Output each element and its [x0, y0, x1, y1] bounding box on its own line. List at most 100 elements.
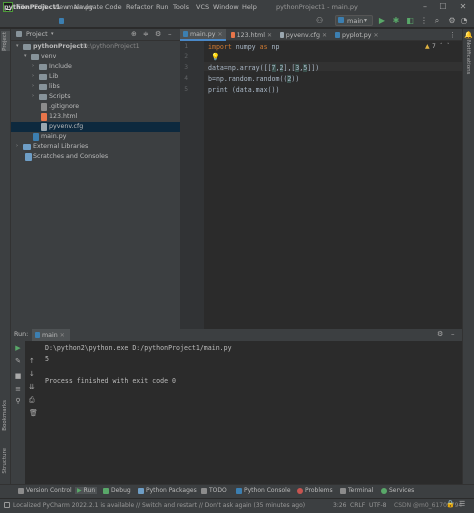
tree-row-project-root[interactable]: ▾ pythonProject1 D:\pythonProject1	[11, 42, 180, 52]
notifications-icon[interactable]: ☰	[459, 500, 465, 508]
tab-pyvenv-cfg[interactable]: pyvenv.cfg ✕	[277, 29, 330, 41]
scroll-to-end-icon[interactable]: ⇊	[29, 383, 35, 391]
menu-vcs[interactable]: VCS	[196, 3, 209, 11]
close-icon[interactable]: ✕	[456, 1, 470, 13]
settings-icon[interactable]: ⚙	[437, 330, 443, 338]
folder-icon	[23, 44, 31, 50]
python-file-icon	[183, 31, 188, 37]
close-tab-icon[interactable]: ✕	[267, 32, 272, 39]
menu-code[interactable]: Code	[105, 3, 122, 11]
python-console-icon	[236, 487, 242, 494]
notifications-tool-label[interactable]: Notifications	[465, 40, 471, 74]
tool-tab-python-packages[interactable]: Python Packages	[138, 487, 197, 494]
user-icon[interactable]: ⚇	[316, 16, 323, 25]
select-opened-file-icon[interactable]: ⊕	[131, 30, 137, 38]
close-tab-icon[interactable]: ✕	[322, 32, 327, 39]
breadcrumb-project[interactable]: pythonProject1	[4, 3, 60, 11]
coverage-icon[interactable]: ◧	[405, 16, 415, 26]
tree-row-main-py[interactable]: main.py	[11, 132, 180, 142]
tree-row-lib[interactable]: › Lib	[11, 72, 180, 82]
project-tool-button[interactable]: Project	[1, 31, 10, 51]
menu-run[interactable]: Run	[156, 3, 168, 11]
structure-tool-label[interactable]: Structure	[2, 448, 8, 474]
menu-window[interactable]: Window	[213, 3, 239, 11]
layout-icon[interactable]	[4, 502, 10, 508]
file-encoding[interactable]: UTF-8	[369, 502, 387, 509]
expand-arrow-icon[interactable]: ▾	[16, 43, 19, 49]
soft-wrap-icon[interactable]: ≡	[14, 385, 22, 393]
tree-row-include[interactable]: › Include	[11, 62, 180, 72]
tool-tab-run[interactable]: ▶ Run	[75, 487, 98, 494]
run-icon[interactable]: ▶	[377, 16, 387, 26]
tree-row-scripts[interactable]: › Scripts	[11, 92, 180, 102]
tree-row-pyvenv-cfg[interactable]: pyvenv.cfg	[11, 122, 180, 132]
menu-help[interactable]: Help	[242, 3, 257, 11]
tool-tab-version-control[interactable]: Version Control	[18, 487, 72, 494]
debug-icon[interactable]: ✱	[391, 16, 401, 26]
tree-row-venv[interactable]: ▾ venv	[11, 52, 180, 62]
tool-tab-problems[interactable]: Problems	[297, 487, 333, 494]
tree-row-gitignore[interactable]: .gitignore	[11, 102, 180, 112]
tree-row-libs[interactable]: › libs	[11, 82, 180, 92]
lightbulb-icon[interactable]: 💡	[211, 53, 220, 61]
lock-icon[interactable]: 🔒	[446, 500, 455, 508]
collapse-all-icon[interactable]: ≑	[143, 30, 149, 38]
print-icon[interactable]: ⎙	[29, 396, 35, 405]
tree-row-html[interactable]: 123.html	[11, 112, 180, 122]
close-tab-icon[interactable]: ✕	[374, 32, 379, 39]
tree-row-scratches[interactable]: Scratches and Consoles	[11, 152, 180, 162]
settings-icon[interactable]: ⚙	[447, 16, 457, 26]
hide-icon[interactable]: –	[451, 330, 455, 338]
collapse-arrow-icon[interactable]: ›	[32, 83, 34, 89]
stop-icon[interactable]: ■	[14, 372, 22, 380]
project-view-selector[interactable]: Project	[26, 31, 48, 38]
down-arrow-icon[interactable]: ↓	[29, 370, 35, 378]
minimize-icon[interactable]: –	[418, 1, 432, 13]
delete-icon[interactable]: 🗑	[29, 409, 38, 417]
chevron-down-icon[interactable]: ▾	[51, 31, 54, 37]
caret-position[interactable]: 3:26	[333, 502, 346, 509]
update-icon[interactable]: ◔	[459, 16, 469, 26]
settings-icon[interactable]: ⚙	[155, 30, 161, 38]
maximize-icon[interactable]: ☐	[436, 1, 450, 13]
menu-tools[interactable]: Tools	[173, 3, 189, 11]
breadcrumb-file[interactable]: main.py	[67, 3, 93, 11]
more-run-icon[interactable]: ⋮	[419, 16, 429, 26]
chevron-down-icon[interactable]: ˅	[447, 43, 450, 49]
tool-tab-terminal[interactable]: Terminal	[340, 487, 373, 494]
more-tabs-icon[interactable]: ⋮	[449, 31, 456, 39]
hide-icon[interactable]: –	[168, 30, 172, 38]
collapse-arrow-icon[interactable]: ›	[32, 93, 34, 99]
run-tab-main[interactable]: main ✕	[32, 329, 70, 341]
tree-row-external-libraries[interactable]: › External Libraries	[11, 142, 180, 152]
pin-tab-icon[interactable]: ⚲	[14, 397, 22, 405]
line-number: 5	[184, 86, 188, 93]
code-editor[interactable]	[180, 29, 462, 329]
bookmarks-tool-label[interactable]: Bookmarks	[2, 400, 8, 431]
close-tab-icon[interactable]: ✕	[60, 332, 65, 339]
bell-icon[interactable]: 🔔	[464, 31, 473, 39]
tree-label: libs	[49, 83, 60, 90]
rerun-icon[interactable]: ▶	[14, 344, 22, 352]
up-arrow-icon[interactable]: ↑	[29, 357, 35, 365]
modify-config-icon[interactable]: ✎	[14, 357, 22, 365]
tool-tab-debug[interactable]: Debug	[103, 487, 131, 494]
search-icon[interactable]: ⌕	[432, 16, 442, 26]
close-tab-icon[interactable]: ✕	[217, 31, 222, 38]
tab-main-py[interactable]: main.py ✕	[180, 29, 226, 41]
tool-tab-python-console[interactable]: Python Console	[236, 487, 291, 494]
collapse-arrow-icon[interactable]: ›	[32, 73, 34, 79]
packages-icon	[138, 487, 144, 494]
tool-tab-services[interactable]: Services	[381, 487, 414, 494]
status-message[interactable]: Localized PyCharm 2022.2.1 is available …	[13, 502, 305, 509]
collapse-arrow-icon[interactable]: ›	[16, 143, 18, 149]
tab-pyplot-py[interactable]: pyplot.py ✕	[332, 29, 382, 41]
menu-refactor[interactable]: Refactor	[126, 3, 153, 11]
tab-123-html[interactable]: 123.html ✕	[228, 29, 275, 41]
collapse-arrow-icon[interactable]: ›	[32, 63, 34, 69]
expand-arrow-icon[interactable]: ▾	[24, 53, 27, 59]
chevron-up-icon[interactable]: ˄	[440, 43, 443, 49]
line-separator[interactable]: CRLF	[350, 502, 365, 509]
tool-tab-todo[interactable]: TODO	[201, 487, 227, 494]
warning-icon[interactable]: ▲	[425, 43, 430, 50]
